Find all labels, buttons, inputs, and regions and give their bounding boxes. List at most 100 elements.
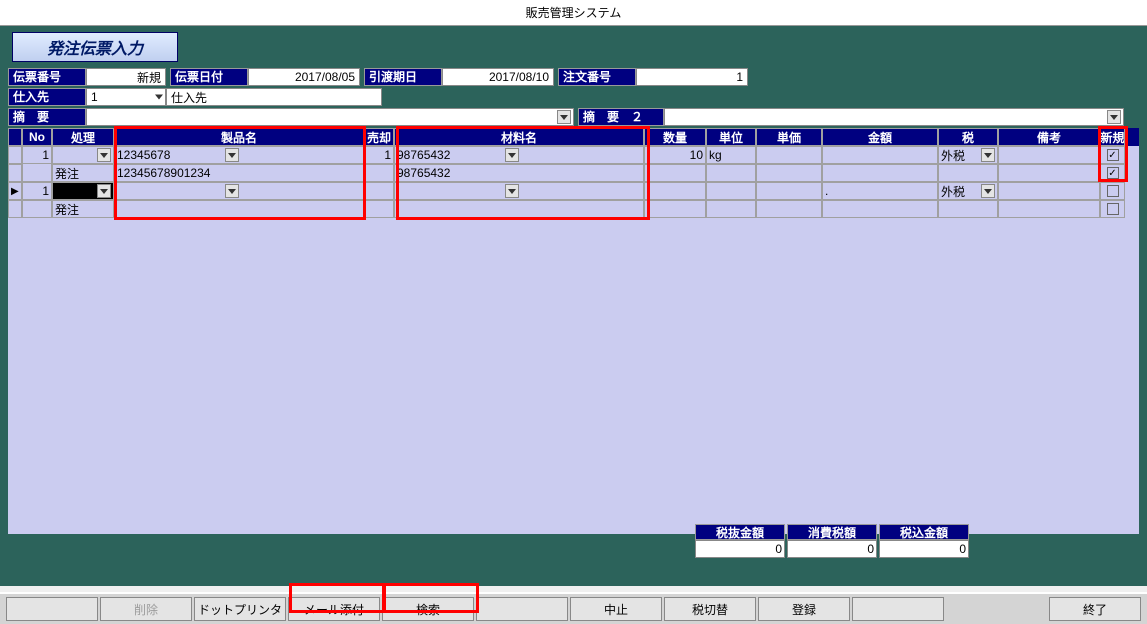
chevron-down-icon[interactable] <box>981 148 995 162</box>
search-button[interactable]: 検索 <box>382 597 474 621</box>
col-tax: 税 <box>938 128 998 146</box>
cell-sell[interactable]: 1 <box>364 146 394 164</box>
cell-no: 1 <box>22 146 52 164</box>
cell-proc-name: 発注 <box>52 200 114 218</box>
cell-sell[interactable] <box>364 182 394 200</box>
chevron-down-icon[interactable] <box>97 148 111 162</box>
footer-toolbar: 削除 ドットプリンタ メール添付 検索 中止 税切替 登録 終了 <box>0 592 1147 624</box>
col-sell: 売却 <box>364 128 394 146</box>
supplier-label: 仕入先 <box>8 88 86 106</box>
cell-product1[interactable] <box>114 182 364 200</box>
grid-header: No 処理 製品名 売却 材料名 数量 単位 単価 金額 税 備考 新規 <box>8 128 1139 146</box>
cell-tax[interactable]: 外税 <box>938 182 998 200</box>
cell-no: 1 <box>22 182 52 200</box>
tax-toggle-button[interactable]: 税切替 <box>664 597 756 621</box>
inc-tax-value: 0 <box>879 540 969 558</box>
chevron-down-icon[interactable] <box>557 110 571 124</box>
ex-tax-value: 0 <box>695 540 785 558</box>
memo1-label: 摘 要 <box>8 108 86 126</box>
cell-note[interactable] <box>998 182 1100 200</box>
screen-title: 発注伝票入力 <box>12 32 178 62</box>
footer-btn-1[interactable] <box>6 597 98 621</box>
cell-proc-code[interactable]: 0 <box>52 146 114 164</box>
window-title: 販売管理システム <box>0 0 1147 26</box>
cell-material1[interactable]: 98765432 <box>394 146 644 164</box>
detail-grid: No 処理 製品名 売却 材料名 数量 単位 単価 金額 税 備考 新規 1 0… <box>8 128 1139 534</box>
cell-qty[interactable]: 10 <box>644 146 706 164</box>
col-note: 備考 <box>998 128 1100 146</box>
col-qty: 数量 <box>644 128 706 146</box>
cell-price[interactable] <box>756 146 822 164</box>
cell-product1[interactable]: 12345678 <box>114 146 364 164</box>
footer-btn-10[interactable] <box>852 597 944 621</box>
chevron-down-icon[interactable] <box>225 148 239 162</box>
footer-btn-6[interactable] <box>476 597 568 621</box>
dot-printer-button[interactable]: ドットプリンタ <box>194 597 286 621</box>
chevron-down-icon[interactable] <box>505 184 519 198</box>
col-new: 新規 <box>1100 128 1125 146</box>
col-product: 製品名 <box>114 128 364 146</box>
cell-unit[interactable]: kg <box>706 146 756 164</box>
cell-qty[interactable] <box>644 182 706 200</box>
table-row[interactable]: 1 0 12345678 1 98765432 10 kg 外税 <box>8 146 1139 164</box>
cancel-button[interactable]: 中止 <box>570 597 662 621</box>
cell-tax[interactable]: 外税 <box>938 146 998 164</box>
chevron-down-icon[interactable] <box>505 148 519 162</box>
order-no-label: 注文番号 <box>558 68 636 86</box>
table-row[interactable]: ▶ 1 0 . 外税 <box>8 182 1139 200</box>
col-unit: 単位 <box>706 128 756 146</box>
main-panel: 発注伝票入力 伝票番号 新規 伝票日付 2017/08/05 引渡期日 2017… <box>0 26 1147 586</box>
slip-date-label: 伝票日付 <box>170 68 248 86</box>
chevron-down-icon[interactable] <box>225 184 239 198</box>
slip-date-field[interactable]: 2017/08/05 <box>248 68 360 86</box>
register-button[interactable]: 登録 <box>758 597 850 621</box>
cell-product2[interactable]: 12345678901234 <box>114 164 364 182</box>
cell-amount[interactable] <box>822 146 938 164</box>
chevron-down-icon[interactable] <box>97 184 111 198</box>
order-no-field[interactable]: 1 <box>636 68 748 86</box>
cell-product2[interactable] <box>114 200 364 218</box>
checkbox-icon[interactable] <box>1107 149 1119 161</box>
chevron-down-icon[interactable] <box>1107 110 1121 124</box>
cell-new[interactable] <box>1100 182 1125 200</box>
slip-no-field[interactable]: 新規 <box>86 68 166 86</box>
checkbox-icon[interactable] <box>1107 203 1119 215</box>
checkbox-icon[interactable] <box>1107 167 1119 179</box>
current-row-icon: ▶ <box>11 186 19 197</box>
cell-material2[interactable]: 98765432 <box>394 164 644 182</box>
col-proc: 処理 <box>52 128 114 146</box>
delete-button[interactable]: 削除 <box>100 597 192 621</box>
exit-button[interactable]: 終了 <box>1049 597 1141 621</box>
totals-panel: 税抜金額 0 消費税額 0 税込金額 0 <box>695 524 969 558</box>
memo2-label: 摘 要 ２ <box>578 108 664 126</box>
cell-material2[interactable] <box>394 200 644 218</box>
delivery-date-field[interactable]: 2017/08/10 <box>442 68 554 86</box>
cell-price[interactable] <box>756 182 822 200</box>
supplier-name-field[interactable]: 仕入先 <box>166 88 382 106</box>
col-amount: 金額 <box>822 128 938 146</box>
chevron-down-icon[interactable] <box>981 184 995 198</box>
inc-tax-label: 税込金額 <box>879 524 969 540</box>
col-price: 単価 <box>756 128 822 146</box>
ex-tax-label: 税抜金額 <box>695 524 785 540</box>
cell-unit[interactable] <box>706 182 756 200</box>
slip-no-label: 伝票番号 <box>8 68 86 86</box>
cell-new[interactable] <box>1100 146 1125 164</box>
cell-proc-code[interactable]: 0 <box>52 182 114 200</box>
memo2-field[interactable] <box>664 108 1124 126</box>
table-row[interactable]: 発注 <box>8 200 1139 218</box>
col-no: No <box>22 128 52 146</box>
checkbox-icon[interactable] <box>1107 185 1119 197</box>
mail-attach-button[interactable]: メール添付 <box>288 597 380 621</box>
supplier-code-field[interactable]: 1 <box>86 88 166 106</box>
cell-amount[interactable]: . <box>822 182 938 200</box>
cell-material1[interactable] <box>394 182 644 200</box>
cell-note[interactable] <box>998 146 1100 164</box>
cell-proc-name: 発注 <box>52 164 114 182</box>
col-material: 材料名 <box>394 128 644 146</box>
tax-value: 0 <box>787 540 877 558</box>
memo1-field[interactable] <box>86 108 574 126</box>
table-row[interactable]: 発注 12345678901234 98765432 <box>8 164 1139 182</box>
tax-label: 消費税額 <box>787 524 877 540</box>
delivery-date-label: 引渡期日 <box>364 68 442 86</box>
